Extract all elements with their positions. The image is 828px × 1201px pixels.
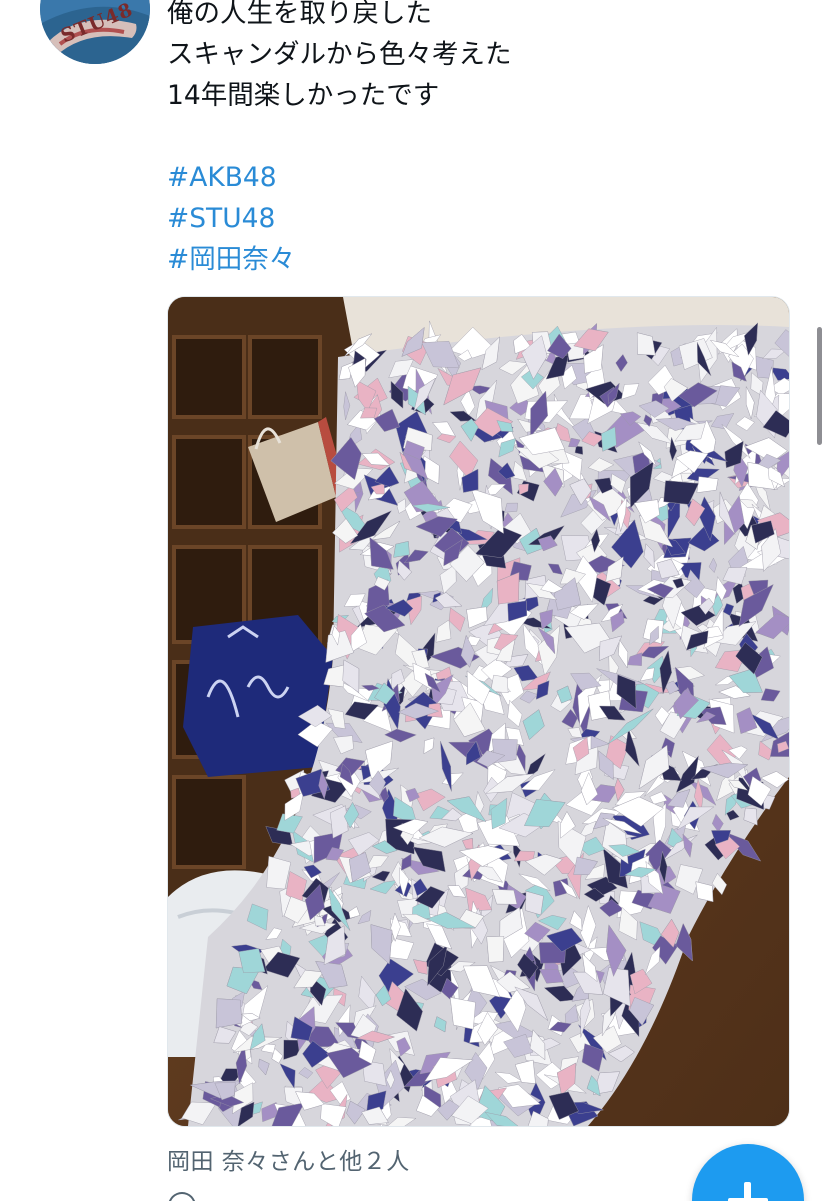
tweet-body: 俺の人生を取り戻した スキャンダルから色々考えた 14年間楽しかったです #AK… — [167, 0, 787, 280]
tweet-line: 14年間楽しかったです — [167, 80, 440, 111]
paper-scrap — [449, 997, 476, 1030]
paper-scrap — [504, 502, 518, 513]
paper-scrap — [491, 889, 518, 905]
hashtag-link[interactable]: #STU48 — [167, 198, 787, 239]
tweet-line: スキャンダルから色々考えた — [167, 39, 512, 70]
reply-icon[interactable] — [168, 1192, 196, 1201]
torn-paper-photo — [168, 297, 789, 1126]
paper-scrap — [215, 998, 243, 1029]
tweet-photo[interactable] — [167, 296, 790, 1127]
tweet-detail-screen: STU48 俺の人生を取り戻した スキャンダルから色々考えた 14年間楽しかった… — [0, 0, 828, 1201]
hashtag-link[interactable]: #AKB48 — [167, 157, 787, 198]
tweet-spacer — [167, 116, 787, 157]
hashtag-link[interactable]: #岡田奈々 — [167, 239, 787, 280]
compose-button[interactable] — [692, 1144, 804, 1201]
scrollbar[interactable] — [817, 327, 822, 445]
paper-scrap — [486, 936, 505, 963]
tweet-line: 俺の人生を取り戻した — [167, 0, 432, 29]
liked-by-text[interactable]: 岡田 奈々さんと他２人 — [167, 1142, 410, 1176]
avatar[interactable]: STU48 — [40, 0, 150, 64]
paper-scrap — [696, 476, 719, 493]
